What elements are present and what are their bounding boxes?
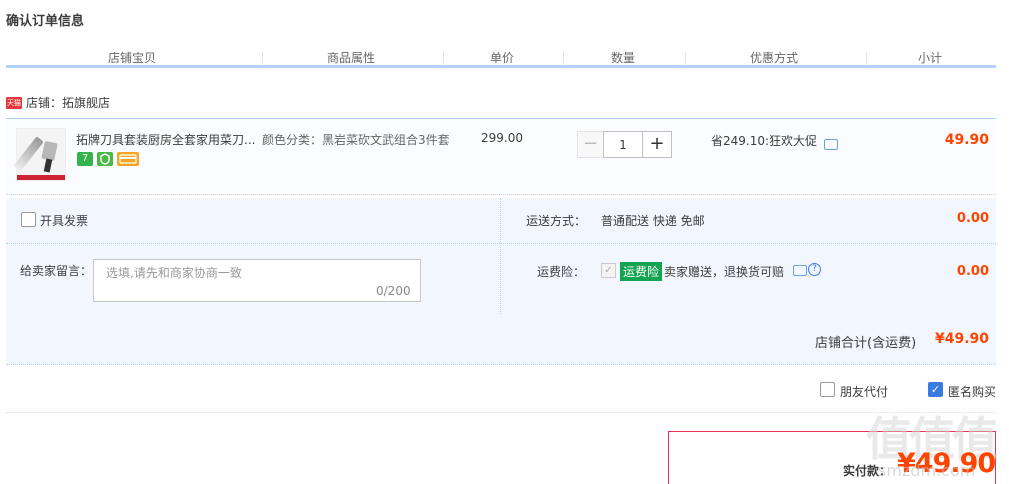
help-icon[interactable]: ? — [808, 263, 821, 276]
knife-image-part — [41, 140, 58, 162]
header-divider — [443, 52, 444, 66]
product-thumbnail[interactable] — [13, 128, 66, 181]
invoice-label[interactable]: 开具发票 — [40, 212, 88, 229]
panel-divider — [6, 243, 996, 244]
shop-row: 天猫 店铺：拓旗舰店 — [6, 94, 110, 111]
promotion-text: 省249.10:狂欢大促 — [711, 134, 818, 148]
panel-divider — [500, 198, 501, 314]
quantity-decrease-button[interactable]: − — [577, 131, 604, 158]
insurance-description: 卖家赠送，退换货可赔 — [664, 265, 785, 279]
memo-placeholder: 选填,请先和商家协商一致 — [106, 266, 242, 280]
shop-total-label: 店铺合计(含运费) — [815, 336, 917, 351]
column-header-shop-item: 店铺宝贝 — [108, 51, 157, 65]
header-underline — [6, 65, 996, 68]
promotion-detail-icon[interactable] — [824, 139, 838, 150]
guarantee-shield-icon[interactable] — [97, 152, 113, 166]
unit-price: 299.00 — [481, 131, 523, 145]
shop-total-value: ¥49.90 — [935, 331, 990, 347]
section-divider — [6, 412, 996, 413]
memo-char-counter: 0/200 — [376, 284, 411, 298]
order-item-row — [6, 118, 996, 195]
quantity-input[interactable] — [603, 131, 643, 158]
header-divider — [685, 52, 686, 66]
shop-name-link[interactable]: 店铺：拓旗舰店 — [26, 94, 110, 111]
insurance-label: 运费险： — [537, 265, 586, 279]
item-subtotal: 49.90 — [944, 132, 989, 148]
friend-pay-label[interactable]: 朋友代付 — [840, 383, 888, 400]
shipping-method: 普通配送 快递 免邮 — [601, 214, 705, 228]
column-header-subtotal: 小计 — [918, 51, 943, 65]
insurance-amount: 0.00 — [956, 264, 989, 279]
knife-image-part — [13, 136, 44, 172]
tmall-icon: 天猫 — [6, 96, 22, 109]
friend-pay-checkbox[interactable] — [820, 382, 835, 397]
thumbnail-brand-strip — [17, 175, 65, 180]
memo-label: 给卖家留言： — [20, 264, 93, 278]
knife-image-part — [43, 158, 53, 173]
shipping-label: 运送方式： — [526, 214, 587, 228]
seven-day-return-icon[interactable]: 7 — [77, 152, 93, 166]
header-divider — [563, 52, 564, 66]
insurance-info-icon[interactable] — [793, 265, 807, 276]
anonymous-purchase-checkbox[interactable]: ✓ — [928, 382, 943, 397]
column-header-discount: 优惠方式 — [750, 51, 799, 65]
insurance-checkbox: ✓ — [601, 263, 616, 278]
header-divider — [262, 52, 263, 66]
anonymous-purchase-label[interactable]: 匿名购买 — [948, 383, 996, 400]
insurance-tag: 运费险 — [620, 262, 663, 281]
product-title-link[interactable]: 拓牌刀具套装厨房全套家用菜刀... — [76, 131, 256, 148]
page-title: 确认订单信息 — [6, 14, 85, 29]
column-header-attribute: 商品属性 — [327, 51, 376, 65]
watermark-url: smzdm.com — [878, 461, 976, 480]
invoice-checkbox[interactable] — [21, 212, 36, 227]
column-header-unit-price: 单价 — [490, 51, 515, 65]
credit-card-icon[interactable] — [117, 152, 139, 166]
product-attribute: 颜色分类：黑岩菜砍文武组合3件套 — [262, 133, 450, 147]
column-header-quantity: 数量 — [611, 51, 636, 65]
header-divider — [866, 52, 867, 66]
quantity-increase-button[interactable]: + — [642, 131, 672, 158]
shipping-amount: 0.00 — [956, 211, 989, 226]
